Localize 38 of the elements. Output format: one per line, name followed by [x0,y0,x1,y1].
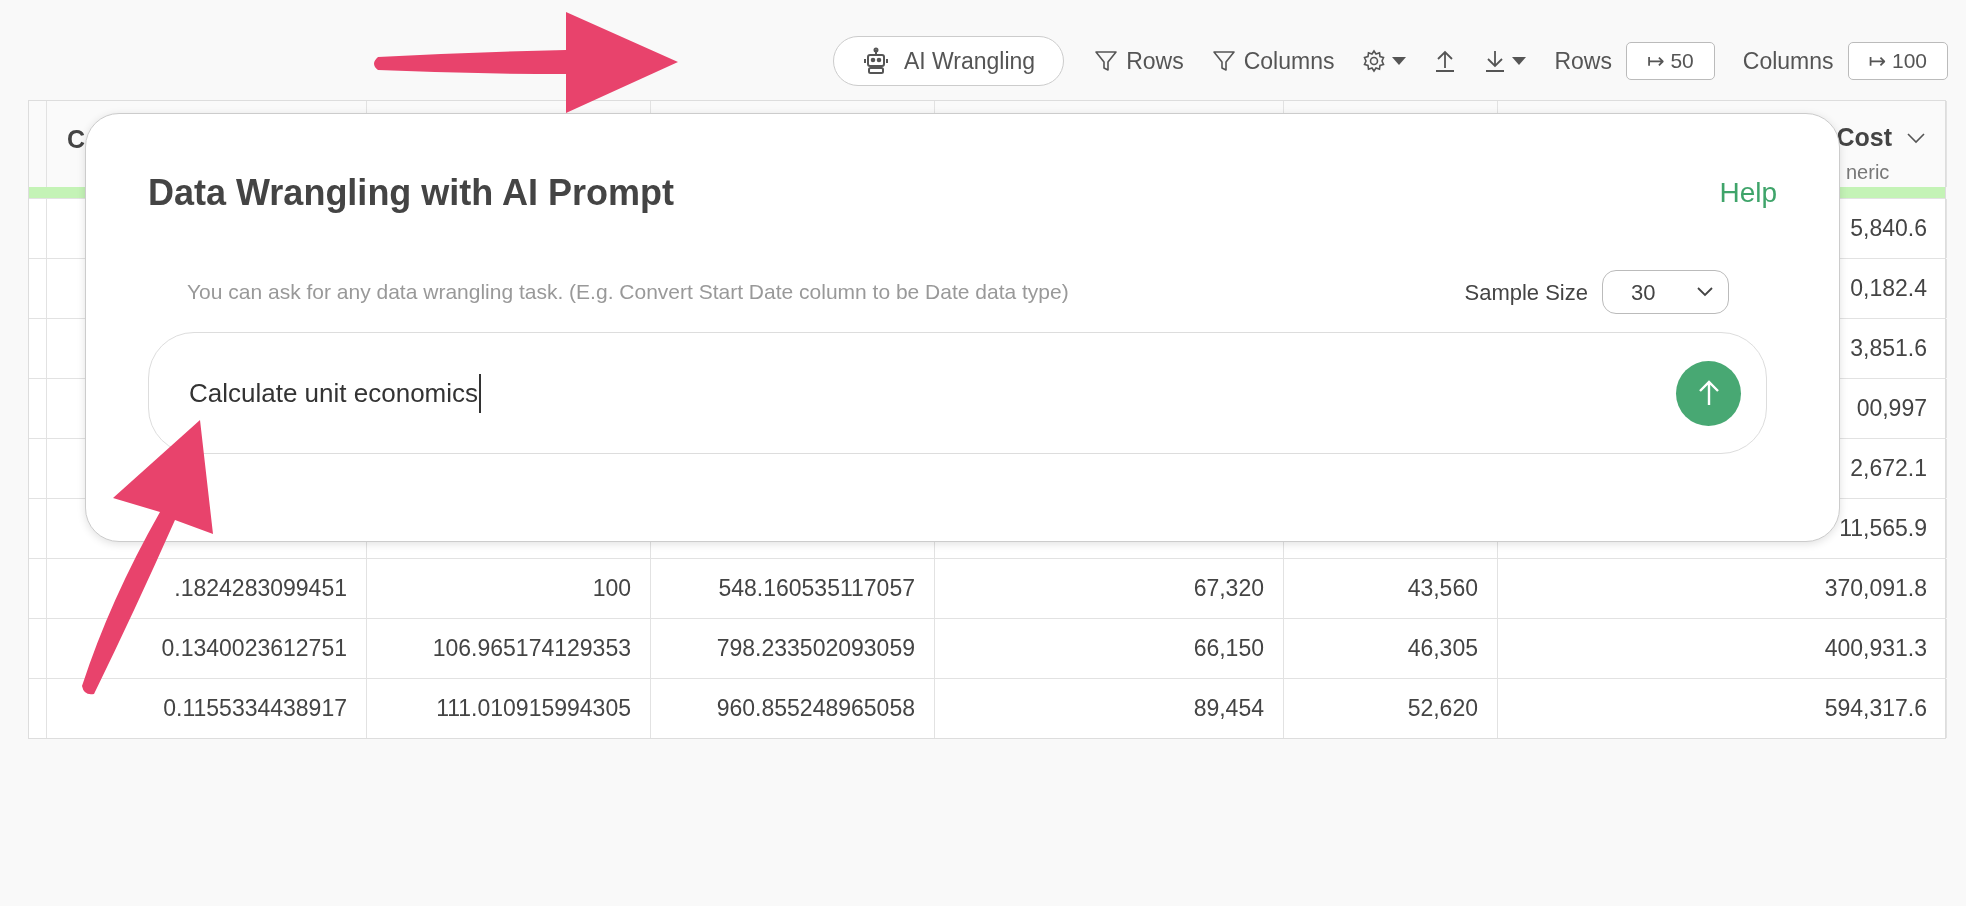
hint-text: You can ask for any data wrangling task. (E.g. Convert Start Date column to be Date data type) [187,279,1069,306]
dialog-title: Data Wrangling with AI Prompt [148,171,674,215]
limit-label: Columns [1742,46,1834,76]
table-cell-text: 0,182.4 [1850,274,1927,304]
filter-button[interactable]: Rows [1094,43,1184,79]
table-cell-text: 594,317.6 [1824,694,1927,724]
limit-label: Rows [1554,46,1612,76]
table-cell-text: 00,997 [1856,394,1927,424]
table-cell-text: 52,620 [1407,694,1478,724]
table-cell-text: 89,454 [1193,694,1264,724]
table-cell-text: 43,560 [1407,574,1478,604]
sample-size-dropdown[interactable]: 30 [1602,270,1729,314]
table-cell-text: 798.233502093059 [716,634,915,664]
column-header: Cost [1836,122,1892,153]
table-cell-text: 67,320 [1193,574,1264,604]
table-cell-text: 0.1340023612751 [161,634,347,664]
table-cell-text: 46,305 [1407,634,1478,664]
table-cell-text: 66,150 [1193,634,1264,664]
limit-field[interactable]: ↦ 100 [1847,42,1948,80]
table-cell-text: 2,672.1 [1850,454,1927,484]
table-cell-text: .1824283099451 [174,574,347,604]
table-cell-text: 11,565.9 [1839,514,1927,544]
table-cell-text: 106.965174129353 [432,634,631,664]
table-cell-text: 0.1155334438917 [163,694,347,724]
column-type-label: neric [1846,160,1890,185]
table-cell-text: 3,851.6 [1850,334,1927,364]
column-header: C [67,124,86,155]
table-cell-text: 100 [592,574,631,604]
table-cell-text: 960.855248965058 [716,694,915,724]
ai-wrangling-button[interactable]: AI Wrangling [832,36,1065,86]
sample-size-label: Sample Size [1464,278,1588,307]
table-cell-text: 370,091.8 [1824,574,1927,604]
table-cell-text: 111.010915994305 [436,694,631,724]
table-cell-text: 400,931.3 [1824,634,1927,664]
table-cell-text: 548.160535117057 [718,574,915,604]
limit-field[interactable]: ↦ 50 [1625,42,1715,80]
table-cell-text: 5,840.6 [1850,214,1927,244]
filter-button[interactable]: Columns [1211,43,1335,79]
